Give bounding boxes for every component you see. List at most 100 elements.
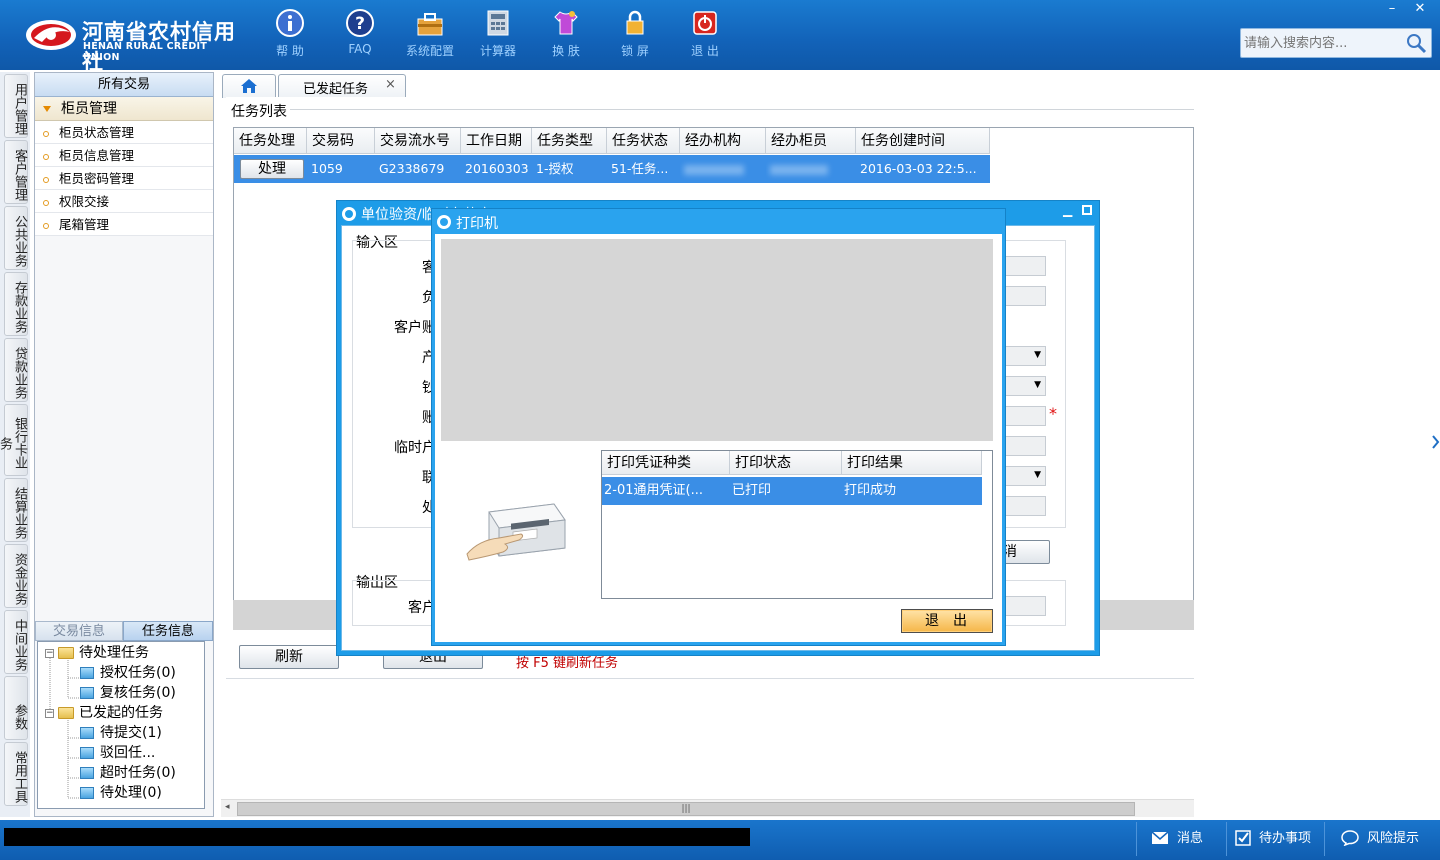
col-header-task-type[interactable]: 任务类型 xyxy=(532,128,607,154)
tab-initiated-tasks[interactable]: 已发起任务 × xyxy=(278,74,406,98)
system-config-button[interactable]: 系统配置 xyxy=(400,8,460,60)
risk-alert-button[interactable]: 风险提示 xyxy=(1324,822,1440,856)
faq-button[interactable]: ? FAQ xyxy=(330,8,390,60)
tab-transaction-info[interactable]: 交易信息 xyxy=(35,621,123,641)
calculator-button[interactable]: 计算器 xyxy=(468,8,528,60)
vtab-deposit[interactable]: 存款业务 xyxy=(4,272,28,336)
vtab-funds[interactable]: 资金业务 xyxy=(4,544,28,608)
minimize-dialog-button[interactable]: ▁ xyxy=(1063,203,1072,217)
minimize-button[interactable]: – xyxy=(1378,0,1406,18)
logo-english-name: HENAN RURAL CREDIT UNION xyxy=(83,41,208,63)
cell-print-status: 已打印 xyxy=(730,477,842,505)
tree-node-pending-tasks[interactable]: 待处理任务 xyxy=(58,644,149,662)
vtab-bank-card[interactable]: 银行卡业务 xyxy=(0,404,28,476)
tree-node-label: 待处理(0) xyxy=(100,785,162,801)
search-input[interactable] xyxy=(1244,32,1404,54)
folder-icon xyxy=(80,747,94,759)
question-icon: ? xyxy=(346,9,374,37)
redaction-blur xyxy=(684,164,744,175)
bullet-icon xyxy=(43,176,49,183)
menu-item-tail-box[interactable]: 尾箱管理 xyxy=(35,213,213,236)
skin-button[interactable]: 换 肤 xyxy=(536,8,596,60)
col-header-action[interactable]: 任务处理 xyxy=(234,128,307,154)
col-header-teller[interactable]: 经办柜员 xyxy=(766,128,856,154)
help-button[interactable]: 帮 助 xyxy=(260,8,320,60)
printer-icon xyxy=(466,503,566,561)
col-header-print-result[interactable]: 打印结果 xyxy=(842,451,982,475)
scroll-left-arrow-icon[interactable]: ◂ xyxy=(225,802,230,812)
refresh-button[interactable]: 刷新 xyxy=(239,645,339,669)
field-label: 客户账 xyxy=(394,320,436,336)
todo-button[interactable]: 待办事项 xyxy=(1226,822,1324,856)
cell-action: 处理 xyxy=(234,155,307,183)
col-header-print-status[interactable]: 打印状态 xyxy=(730,451,842,475)
printer-dialog-body: 打印凭证种类 打印状态 打印结果 2-01通用凭证(... 已打印 打印成功 退… xyxy=(435,234,1002,642)
col-header-work-date[interactable]: 工作日期 xyxy=(461,128,532,154)
scrollbar-thumb[interactable]: ||| xyxy=(237,802,1135,816)
lock-screen-button[interactable]: 锁 屏 xyxy=(605,8,665,60)
messages-button[interactable]: 消息 xyxy=(1136,822,1226,856)
vtab-parameters[interactable]: 参数 xyxy=(4,676,28,740)
tree-node-label: 待提交(1) xyxy=(100,725,162,741)
maximize-dialog-button[interactable] xyxy=(1082,205,1092,215)
tree-node-to-submit[interactable]: 待提交(1) xyxy=(80,724,162,742)
vtab-settlement[interactable]: 结算业务 xyxy=(4,478,28,542)
tree-node-auth-tasks[interactable]: 授权任务(0) xyxy=(80,664,176,682)
cell-work-date: 20160303 xyxy=(461,155,532,183)
col-header-org[interactable]: 经办机构 xyxy=(680,128,766,154)
menu-item-teller-info[interactable]: 柜员信息管理 xyxy=(35,144,213,167)
menu-item-label: 尾箱管理 xyxy=(59,217,110,232)
tree-node-review-tasks[interactable]: 复核任务(0) xyxy=(80,684,176,702)
horizontal-scrollbar[interactable]: ◂ ||| xyxy=(221,799,1194,817)
collapse-toggle[interactable]: − xyxy=(45,649,54,658)
logo: 河南省农村信用社 HENAN RURAL CREDIT UNION xyxy=(24,14,244,74)
col-header-task-status[interactable]: 任务状态 xyxy=(607,128,680,154)
tab-close-button[interactable]: × xyxy=(385,77,396,92)
tree-node-rejected[interactable]: 驳回任... xyxy=(80,744,155,762)
dialog-app-icon xyxy=(437,215,451,229)
tree-node-initiated-tasks[interactable]: 已发起的任务 xyxy=(58,704,163,722)
logout-button[interactable]: 退 出 xyxy=(675,8,735,60)
printer-dialog: 打印机 打印凭证种类 打印状态 打印结果 2-01通用凭证(... 已打印 打印… xyxy=(431,208,1006,646)
process-button[interactable]: 处理 xyxy=(240,159,304,179)
risk-alert-label: 风险提示 xyxy=(1367,831,1420,846)
vtab-common-tools[interactable]: 常用工具 xyxy=(4,742,28,806)
chevron-right-icon[interactable] xyxy=(1432,430,1440,454)
vtab-user-management[interactable]: 用户管理 xyxy=(4,74,28,138)
section-divider xyxy=(290,109,1194,110)
power-icon xyxy=(693,11,717,35)
info-icon xyxy=(276,9,304,37)
all-transactions-header[interactable]: 所有交易 xyxy=(35,73,213,97)
menu-item-teller-password[interactable]: 柜员密码管理 xyxy=(35,167,213,190)
search-box[interactable] xyxy=(1240,28,1432,58)
checkbox-icon xyxy=(1235,830,1251,846)
collapse-toggle[interactable]: − xyxy=(45,709,54,718)
teller-management-group[interactable]: 柜员管理 xyxy=(35,97,213,121)
print-preview-area xyxy=(441,239,993,441)
cell-org xyxy=(680,155,766,183)
task-tree: − 待处理任务 授权任务(0) 复核任务(0) − 已发起的任务 待提交(1) … xyxy=(37,641,205,809)
search-icon[interactable] xyxy=(1405,32,1427,54)
tab-task-info[interactable]: 任务信息 xyxy=(123,621,213,641)
tree-node-timeout[interactable]: 超时任务(0) xyxy=(80,764,176,782)
tree-node-awaiting[interactable]: 待处理(0) xyxy=(80,784,162,802)
col-header-trade-code[interactable]: 交易码 xyxy=(307,128,375,154)
status-message-area xyxy=(4,828,750,846)
menu-item-permission-handover[interactable]: 权限交接 xyxy=(35,190,213,213)
vtab-public-business[interactable]: 公共业务 xyxy=(4,206,28,270)
vtab-customer-management[interactable]: 客户管理 xyxy=(4,140,28,204)
vtab-intermediary[interactable]: 中间业务 xyxy=(4,610,28,674)
col-header-voucher-type[interactable]: 打印凭证种类 xyxy=(602,451,730,475)
col-header-serial[interactable]: 交易流水号 xyxy=(375,128,461,154)
printer-exit-button[interactable]: 退出 xyxy=(901,609,993,633)
window-controls: – ✕ xyxy=(1378,0,1434,18)
vtab-loan[interactable]: 贷款业务 xyxy=(4,338,28,402)
close-window-button[interactable]: ✕ xyxy=(1406,0,1434,18)
messages-label: 消息 xyxy=(1177,831,1204,846)
cell-created: 2016-03-03 22:5... xyxy=(856,155,990,183)
tab-home[interactable] xyxy=(222,74,276,98)
tab-label: 已发起任务 xyxy=(303,82,369,97)
col-header-created[interactable]: 任务创建时间 xyxy=(856,128,990,154)
cell-serial: G2338679 xyxy=(375,155,461,183)
menu-item-teller-status[interactable]: 柜员状态管理 xyxy=(35,121,213,144)
